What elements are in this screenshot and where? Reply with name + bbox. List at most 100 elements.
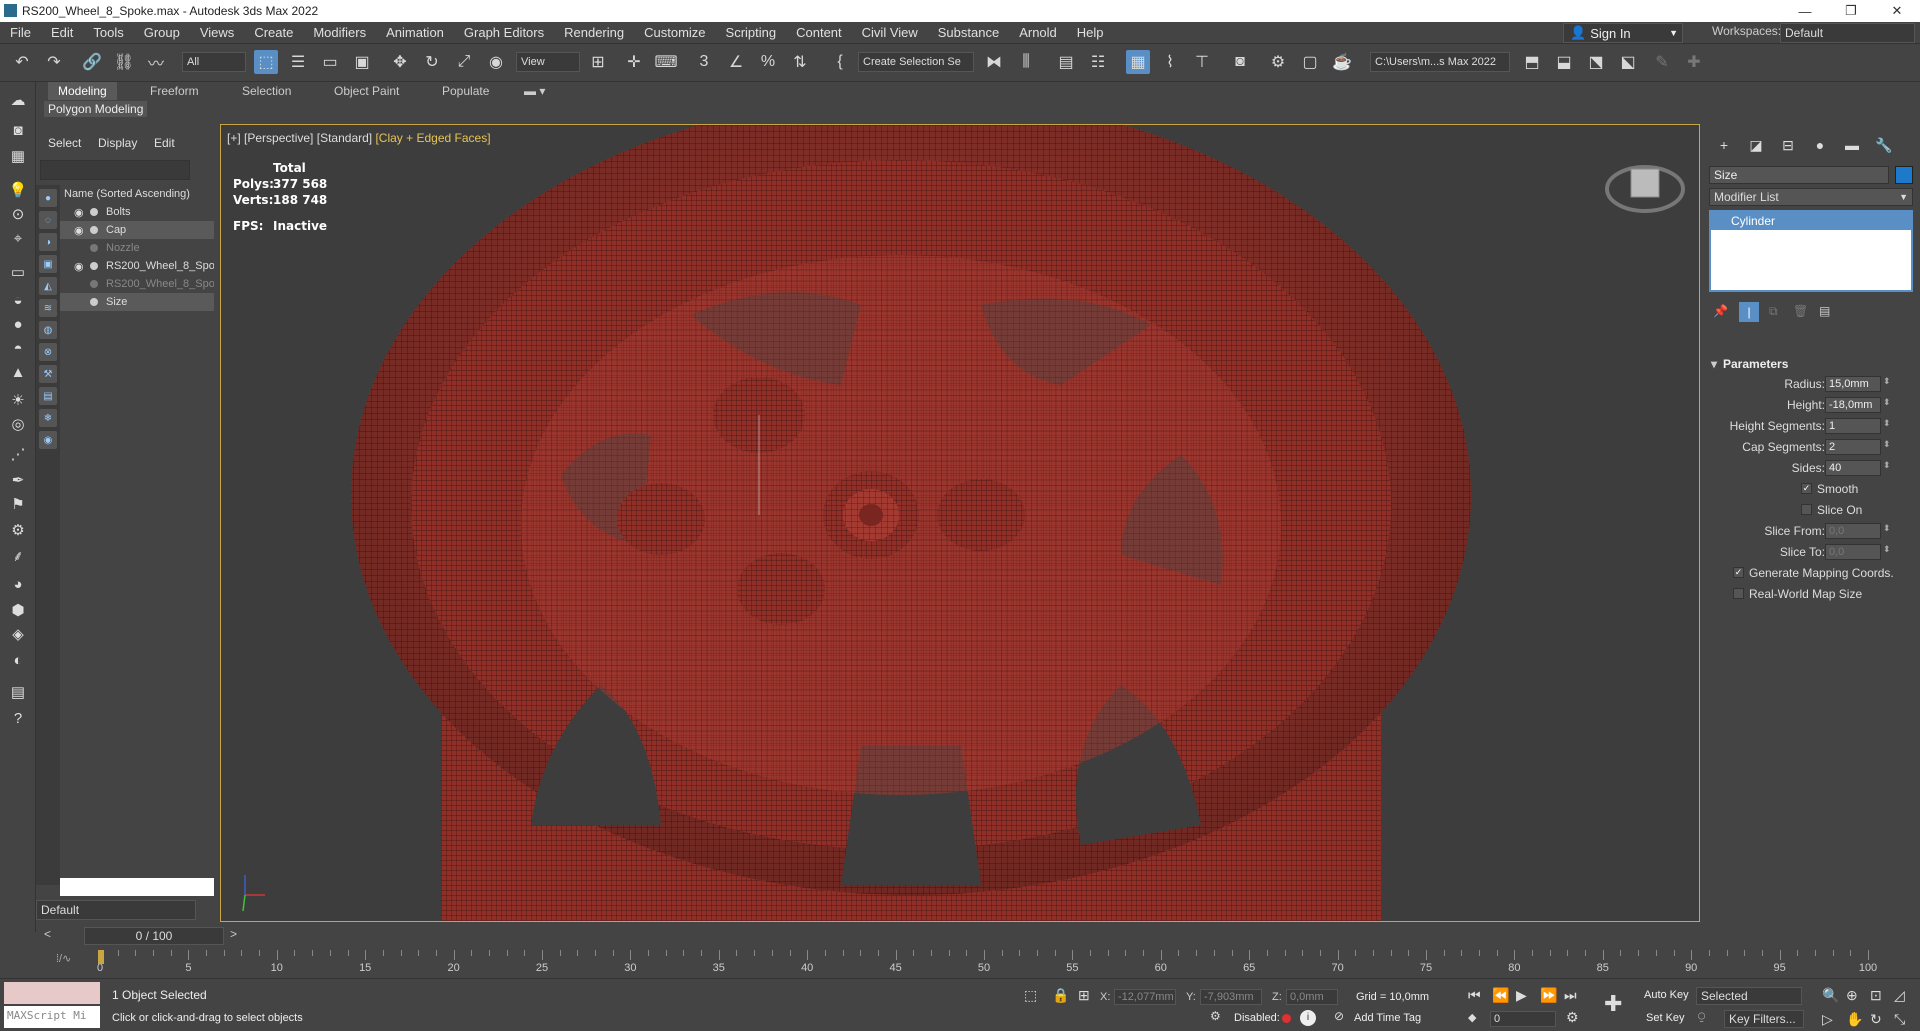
zoom-all-icon[interactable]: ⊕ (1846, 987, 1858, 1004)
material-editor-icon[interactable]: ◙ (1228, 50, 1252, 74)
explorer-menu-edit[interactable]: Edit (154, 136, 175, 150)
eye-icon[interactable]: ◉ (74, 258, 84, 276)
modify-icon[interactable]: ▦ (6, 144, 30, 168)
explorer-scrollbar[interactable] (60, 878, 214, 896)
angle-snap-icon[interactable]: ∠ (724, 50, 748, 74)
rotate-icon[interactable]: ↻ (420, 50, 444, 74)
auto-key-button[interactable]: Auto Key (1644, 989, 1689, 1001)
make-unique-icon[interactable]: ⧉ (1769, 304, 1778, 319)
snaps-toggle-icon[interactable]: 3 (692, 50, 716, 74)
menu-animation[interactable]: Animation (376, 25, 454, 40)
tab-freeform[interactable]: Freeform (140, 82, 209, 100)
object-name-input[interactable]: Size (1709, 166, 1889, 184)
key-filters-button[interactable]: Key Filters... (1724, 1010, 1804, 1028)
project-path-dropdown[interactable]: C:\Users\m...s Max 2022 (1370, 52, 1510, 72)
unlink-icon[interactable]: ⛓ (112, 50, 136, 74)
param-spinner-field[interactable]: 40 (1825, 460, 1881, 476)
current-frame-field[interactable]: 0 (1490, 1011, 1556, 1027)
gen-mapping-checkbox-row[interactable]: ✓ Generate Mapping Coords. (1709, 563, 1913, 584)
menu-help[interactable]: Help (1067, 25, 1114, 40)
placement-icon[interactable]: ◉ (484, 50, 508, 74)
add-time-tag-button[interactable]: Add Time Tag (1354, 1012, 1421, 1024)
wheel-mesh[interactable] (221, 125, 1700, 922)
link-icon[interactable]: 🔗 (80, 50, 104, 74)
helper-icon[interactable]: ⌖ (6, 226, 30, 250)
z-coordinate-field[interactable]: 0,0mm (1286, 989, 1338, 1005)
time-config-icon[interactable]: ⚙ (1566, 1009, 1579, 1026)
menu-scripting[interactable]: Scripting (716, 25, 787, 40)
color-palette-icon[interactable]: ⬢ (6, 598, 30, 622)
display-tab-icon[interactable]: ▬ (1841, 134, 1863, 156)
tab-object-paint[interactable]: Object Paint (324, 82, 409, 100)
edit-named-selection-icon[interactable]: { (828, 50, 852, 74)
explorer-search-input[interactable] (40, 160, 190, 180)
time-next-button[interactable]: > (230, 927, 237, 941)
explorer-row[interactable]: Nozzle (60, 239, 214, 257)
filter-bones-icon[interactable]: ⚒ (39, 365, 57, 383)
align-icon[interactable]: ⫼ (1014, 50, 1038, 74)
orbit-icon[interactable]: ▷ (1822, 1011, 1833, 1028)
x-coordinate-field[interactable]: -12,077mm (1114, 989, 1176, 1005)
select-object-icon[interactable]: ⬚ (254, 50, 278, 74)
filter-containers-icon[interactable]: ▤ (39, 387, 57, 405)
zoom-icon[interactable]: 🔍 (1822, 987, 1839, 1004)
snap-workplane-icon[interactable]: ⬔ (1584, 50, 1608, 74)
menu-customize[interactable]: Customize (634, 25, 715, 40)
select-by-name-icon[interactable]: ☰ (286, 50, 310, 74)
key-filter-icon[interactable]: ⍜ (1698, 1009, 1705, 1024)
selection-filter-dropdown[interactable]: All (182, 52, 246, 72)
create-tab-icon[interactable]: + (1713, 134, 1735, 156)
reference-coord-dropdown[interactable]: View (516, 52, 580, 72)
pivot-center-icon[interactable]: ⊞ (586, 50, 610, 74)
key-mode-icon[interactable]: ◆ (1468, 1011, 1476, 1024)
snap-project-icon[interactable]: ⬒ (1520, 50, 1544, 74)
menu-file[interactable]: File (0, 25, 41, 40)
menu-views[interactable]: Views (190, 25, 244, 40)
menu-graph-editors[interactable]: Graph Editors (454, 25, 554, 40)
viewport-label[interactable]: [+] [Perspective] [Standard] [Clay + Edg… (227, 131, 491, 145)
pan-icon[interactable]: ✋ (1846, 1011, 1863, 1028)
hierarchy-tab-icon[interactable]: ⊟ (1777, 134, 1799, 156)
modifier-list-dropdown[interactable]: Modifier List ▼ (1709, 188, 1913, 206)
param-spinner-field[interactable]: 0,0 (1825, 523, 1881, 539)
orbit-subobject-icon[interactable]: ↻ (1870, 1011, 1882, 1028)
add-icon[interactable]: ✚ (1682, 50, 1706, 74)
substance-icon[interactable]: ◈ (6, 622, 30, 646)
move-icon[interactable]: ✥ (388, 50, 412, 74)
time-tag-icon[interactable]: ⊘ (1334, 1009, 1344, 1023)
viewport-shading-menu[interactable]: [Standard] (317, 131, 372, 145)
minimize-button[interactable]: — (1782, 0, 1828, 22)
spinner-arrows-icon[interactable]: ⬍ (1883, 376, 1891, 387)
curve-editor-icon[interactable]: ⌇ (1158, 50, 1182, 74)
modify-tab-icon[interactable]: ◪ (1745, 134, 1767, 156)
create-panel-icon[interactable]: ◙ (6, 118, 30, 142)
spinner-arrows-icon[interactable]: ⬍ (1883, 523, 1891, 534)
tab-populate[interactable]: Populate (432, 82, 499, 100)
filter-groups-icon[interactable]: ◍ (39, 321, 57, 339)
slice-on-checkbox-row[interactable]: Slice On (1709, 500, 1913, 521)
viewport-layout-icon[interactable]: ☁ (6, 88, 30, 112)
info-icon[interactable]: i (1300, 1010, 1316, 1026)
explorer-row[interactable]: ◉ Cap (60, 221, 214, 239)
grass-icon[interactable]: ⸙ (6, 544, 30, 568)
particle-icon[interactable]: ⋰ (6, 442, 30, 466)
light-icon[interactable]: 💡 (6, 178, 30, 202)
menu-group[interactable]: Group (134, 25, 190, 40)
explorer-column-header[interactable]: Name (Sorted Ascending) (60, 185, 214, 203)
previous-frame-icon[interactable]: ⏪ (1492, 987, 1509, 1004)
param-spinner-field[interactable]: 1 (1825, 418, 1881, 434)
menu-create[interactable]: Create (244, 25, 303, 40)
material-sphere-icon[interactable]: ◕ (6, 572, 30, 596)
close-button[interactable]: ✕ (1874, 0, 1920, 22)
spinner-arrows-icon[interactable]: ⬍ (1883, 397, 1891, 408)
maximize-viewport-icon[interactable]: ⤡ (1894, 1011, 1905, 1028)
utilities-tab-icon[interactable]: 🔧 (1873, 134, 1895, 156)
filter-geometry-icon[interactable]: ● (39, 189, 57, 207)
filter-shapes-icon[interactable]: ◌ (39, 211, 57, 229)
sphere-icon[interactable]: ● (6, 312, 30, 336)
param-spinner-field[interactable]: 2 (1825, 439, 1881, 455)
explorer-row[interactable]: Size (60, 293, 214, 311)
go-to-start-icon[interactable]: ⏮ (1468, 987, 1481, 1004)
tab-selection[interactable]: Selection (232, 82, 301, 100)
parameters-rollout-header[interactable]: Parameters (1709, 354, 1913, 374)
